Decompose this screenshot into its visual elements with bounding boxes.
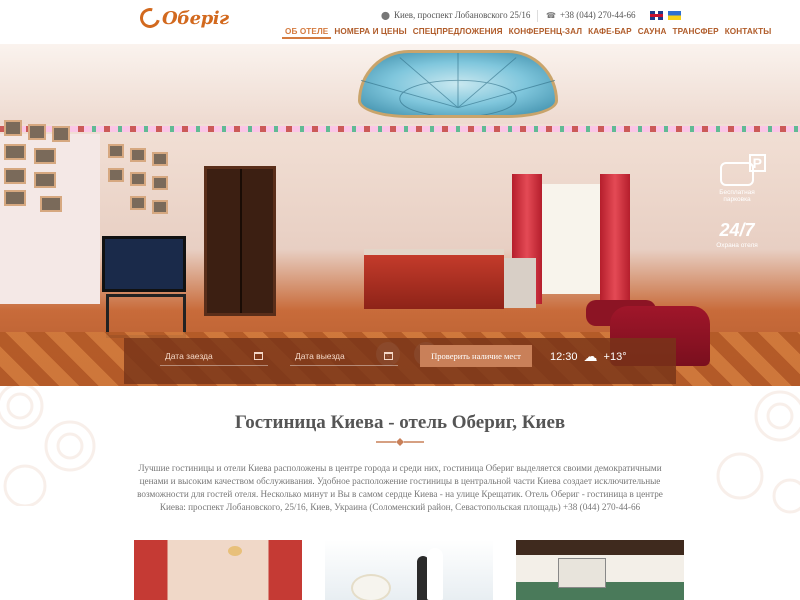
wall-photo <box>152 200 168 214</box>
window <box>542 184 600 294</box>
badge-security: 24/7 Охрана отеля <box>712 221 762 249</box>
wall-photo <box>4 190 26 206</box>
wall-photo <box>4 144 26 160</box>
phone-icon: ☎ <box>546 10 556 20</box>
nav-item-sauna[interactable]: САУНА <box>635 27 670 39</box>
title-divider-icon <box>376 438 424 446</box>
flag-ua-icon[interactable] <box>668 11 681 20</box>
checkin-placeholder: Дата заезда <box>165 350 213 361</box>
badge-parking-label: Бесплатная парковка <box>719 189 755 203</box>
language-switcher <box>650 11 681 20</box>
main-content: Гостиница Киева - отель Обериг, Киев Луч… <box>0 386 800 600</box>
wall-photo <box>108 168 124 182</box>
logo[interactable]: Оберіг <box>136 4 229 32</box>
calendar-icon <box>254 351 263 360</box>
check-availability-button[interactable]: Проверить наличие мест <box>420 345 532 367</box>
reception-desk <box>364 249 504 309</box>
page-title: Гостиница Киева - отель Обериг, Киев <box>234 412 566 433</box>
nav-item-cafe[interactable]: КАФЕ-БАР <box>585 27 635 39</box>
wedding-thumbnail[interactable] <box>325 540 493 600</box>
nav-item-rooms[interactable]: НОМЕРА И ЦЕНЫ <box>331 27 409 39</box>
badge-security-label: Охрана отеля <box>716 242 758 249</box>
chandelier <box>228 546 242 556</box>
wall-photo <box>34 148 56 164</box>
phone-text: +38 (044) 270-44-66 <box>559 10 636 20</box>
ornament-left-icon <box>0 386 96 506</box>
current-time: 12:30 <box>550 350 578 363</box>
flag-uk-icon[interactable] <box>650 11 663 20</box>
ceiling-trim <box>0 126 800 132</box>
ornament-right-icon <box>716 390 800 514</box>
temperature: +13° <box>603 350 627 363</box>
stained-glass-dome <box>358 50 558 118</box>
checkout-placeholder: Дата выезда <box>295 350 345 361</box>
hero-slider: ‹ › Бесплатная парковка 24/7 Охрана отел… <box>0 44 800 386</box>
reception-desk-side <box>504 258 536 308</box>
feature-badges: Бесплатная парковка 24/7 Охрана отеля <box>712 154 766 267</box>
wall-photo <box>108 144 124 158</box>
logo-mark-icon <box>136 4 164 32</box>
wall-photo <box>34 172 56 188</box>
wall-photo <box>152 176 168 190</box>
room-thumbnail[interactable] <box>134 540 302 600</box>
phone[interactable]: ☎ +38 (044) 270-44-66 <box>546 10 636 20</box>
curtain <box>600 174 630 304</box>
wall-photo <box>52 126 70 142</box>
location-pin-icon: ⬤ <box>381 10 390 20</box>
lobby-door <box>204 166 276 316</box>
nav-item-transfer[interactable]: ТРАНСФЕР <box>669 27 721 39</box>
camera-icon: 24/7 <box>719 220 755 240</box>
parking-icon <box>720 154 766 186</box>
wall-photo <box>28 124 46 140</box>
nav-item-offers[interactable]: СПЕЦПРЕДЛОЖЕНИЯ <box>410 27 506 39</box>
divider <box>537 10 538 22</box>
checkout-date-field[interactable]: Дата выезда <box>290 346 398 366</box>
wall-photo <box>40 196 62 212</box>
television <box>102 236 186 292</box>
nav-item-about[interactable]: ОБ ОТЕЛЕ <box>282 27 332 39</box>
main-nav: ОБ ОТЕЛЕ НОМЕРА И ЦЕНЫ СПЕЦПРЕДЛОЖЕНИЯ К… <box>282 27 774 39</box>
address: ⬤ Киев, проспект Лобановского 25/16 <box>381 10 530 20</box>
weather-widget: 12:30 ☁ +13° <box>550 348 627 365</box>
checkin-date-field[interactable]: Дата заезда <box>160 346 268 366</box>
badge-parking: Бесплатная парковка <box>712 154 766 203</box>
wall-photo <box>4 168 26 184</box>
wall-photo <box>152 152 168 166</box>
couple <box>427 548 443 600</box>
booking-bar: Дата заезда Дата выезда Проверить наличи… <box>124 338 676 384</box>
logo-text: Оберіг <box>162 7 229 29</box>
site-header: Оберіг ⬤ Киев, проспект Лобановского 25/… <box>0 0 800 44</box>
wall-photo <box>130 196 146 210</box>
bouquet <box>353 576 389 600</box>
nav-item-contacts[interactable]: КОНТАКТЫ <box>722 27 775 39</box>
address-text: Киев, проспект Лобановского 25/16 <box>393 10 531 20</box>
conference-thumbnail[interactable] <box>516 540 684 600</box>
intro-paragraph: Лучшие гостиницы и отели Киева расположе… <box>137 463 663 512</box>
cloud-sun-icon: ☁ <box>583 348 598 364</box>
projector-screen <box>558 558 606 588</box>
wall-photo <box>130 172 146 186</box>
wall-photo <box>4 120 22 136</box>
calendar-icon <box>384 351 393 360</box>
wall-photo <box>130 148 146 162</box>
nav-item-conference[interactable]: КОНФЕРЕНЦ-ЗАЛ <box>506 27 585 39</box>
